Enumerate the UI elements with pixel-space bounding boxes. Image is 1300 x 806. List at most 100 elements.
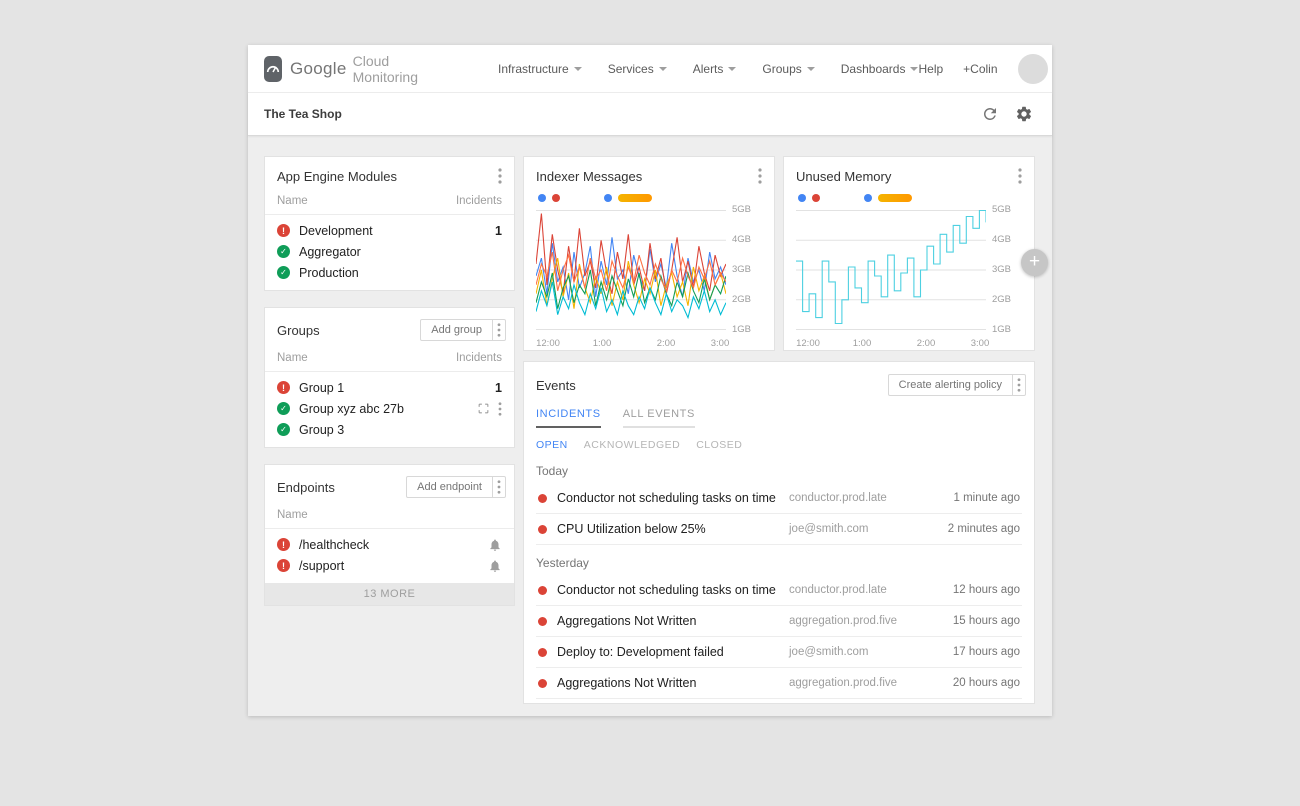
kebab-menu-icon[interactable] [492,320,505,340]
tab-incidents[interactable]: INCIDENTS [536,408,601,428]
user-name[interactable]: +Colin [963,62,997,76]
ok-icon [277,266,290,279]
incident-count: 1 [495,381,502,395]
incident-status-icon [538,586,547,595]
avatar[interactable] [1018,54,1048,84]
kebab-menu-icon[interactable] [1012,375,1025,395]
card-title: Unused Memory [796,169,891,184]
dashboard-title: The Tea Shop [264,107,342,121]
show-more-button[interactable]: 13 MORE [265,583,514,605]
module-name: Aggregator [299,245,361,259]
bell-icon[interactable] [488,559,502,573]
event-title: CPU Utilization below 25% [557,522,789,536]
nav-dashboards[interactable]: Dashboards [841,62,919,76]
event-row[interactable]: Deploy to: Development failed joe@smith.… [536,637,1022,668]
ok-icon [277,245,290,258]
nav-label: Dashboards [841,62,906,76]
chevron-down-icon [659,67,667,71]
card-title: App Engine Modules [277,169,397,184]
tab-all-events[interactable]: ALL EVENTS [623,408,695,428]
x-axis-labels: 12:00 1:00 2:00 3:00 [796,338,986,350]
incident-count: 1 [495,224,502,238]
event-title: Deploy to: Development failed [557,645,789,659]
gauge-logo-icon [264,56,282,82]
table-row[interactable]: /healthcheck [265,534,514,555]
event-time: 2 minutes ago [948,523,1020,535]
kebab-menu-icon[interactable] [498,402,502,416]
card-title: Groups [277,323,320,338]
event-title: Conductor not scheduling tasks on time [557,583,789,597]
incident-status-icon [538,679,547,688]
event-time: 1 minute ago [954,492,1021,504]
y-axis-labels: 5GB 4GB 3GB 2GB 1GB [732,205,758,335]
event-source: aggregation.prod.five [789,615,953,627]
product-name: Cloud Monitoring [353,53,426,85]
module-name: Development [299,224,373,238]
event-time: 12 hours ago [953,584,1020,596]
refresh-icon[interactable] [980,104,1000,124]
event-row[interactable]: CPU Utilization below 25% joe@smith.com … [536,514,1022,545]
event-title: Aggregations Not Written [557,676,789,690]
navbar-right: Help +Colin [918,54,1047,84]
logo[interactable]: Google Cloud Monitoring [264,53,426,85]
create-alerting-policy-button[interactable]: Create alerting policy [889,375,1012,395]
indexer-messages-chart [536,209,726,331]
add-endpoint-control: Add endpoint [406,476,506,498]
endpoint-name: /healthcheck [299,538,369,552]
groups-card: Groups Add group Name Incidents Group 1 … [264,307,515,448]
event-source: joe@smith.com [789,523,948,535]
table-row[interactable]: Aggregator [265,241,514,262]
nav-groups[interactable]: Groups [762,62,814,76]
gear-icon[interactable] [1014,104,1034,124]
nav-infrastructure[interactable]: Infrastructure [498,62,582,76]
kebab-menu-icon[interactable] [492,477,505,497]
filter-open[interactable]: OPEN [536,439,568,451]
expand-icon[interactable] [477,402,490,415]
add-endpoint-button[interactable]: Add endpoint [407,477,492,497]
table-row[interactable]: Production [265,262,514,283]
table-header: Name Incidents [265,350,514,372]
event-row[interactable]: Aggregations Not Written aggregation.pro… [536,668,1022,699]
charts-row: Indexer Messages 5GB 4GB 3GB 2GB 1GB [523,156,1035,351]
event-row[interactable]: Conductor not scheduling tasks on time c… [536,575,1022,606]
endpoints-card: Endpoints Add endpoint Name /healthcheck [264,464,515,606]
filter-closed[interactable]: CLOSED [696,439,742,451]
event-group-label: Yesterday [524,545,1034,575]
table-row[interactable]: Group xyz abc 27b [265,398,514,419]
kebab-menu-icon[interactable] [754,168,766,184]
kebab-menu-icon[interactable] [1014,168,1026,184]
table-row[interactable]: Group 1 1 [265,377,514,398]
bell-icon[interactable] [488,538,502,552]
ok-icon [277,423,290,436]
app-window: Google Cloud Monitoring Infrastructure S… [248,45,1052,716]
table-header: Name Incidents [265,193,514,215]
table-row[interactable]: Group 3 [265,419,514,440]
table-row[interactable]: Development 1 [265,220,514,241]
incident-status-icon [538,648,547,657]
nav-alerts[interactable]: Alerts [693,62,737,76]
add-card-button[interactable]: + [1021,249,1048,276]
chevron-down-icon [910,67,918,71]
help-link[interactable]: Help [918,62,943,76]
kebab-menu-icon[interactable] [494,168,506,184]
error-icon [277,224,290,237]
add-group-button[interactable]: Add group [421,320,492,340]
left-column: App Engine Modules Name Incidents Develo… [264,156,515,716]
nav-label: Infrastructure [498,62,569,76]
indexer-messages-card: Indexer Messages 5GB 4GB 3GB 2GB 1GB [523,156,775,351]
google-wordmark: Google [290,59,347,79]
group-name: Group xyz abc 27b [299,402,404,416]
event-row[interactable]: Aggregations Not Written aggregation.pro… [536,606,1022,637]
table-row[interactable]: /support [265,555,514,576]
event-source: joe@smith.com [789,646,953,658]
chevron-down-icon [728,67,736,71]
table-header: Name [265,507,514,529]
nav-label: Services [608,62,654,76]
filter-acknowledged[interactable]: ACKNOWLEDGED [584,439,680,451]
top-navbar: Google Cloud Monitoring Infrastructure S… [248,45,1052,93]
event-group-label: Today [524,453,1034,483]
column-name: Name [277,352,308,364]
event-row[interactable]: Conductor not scheduling tasks on time c… [536,483,1022,514]
column-incidents: Incidents [456,352,502,364]
nav-services[interactable]: Services [608,62,667,76]
